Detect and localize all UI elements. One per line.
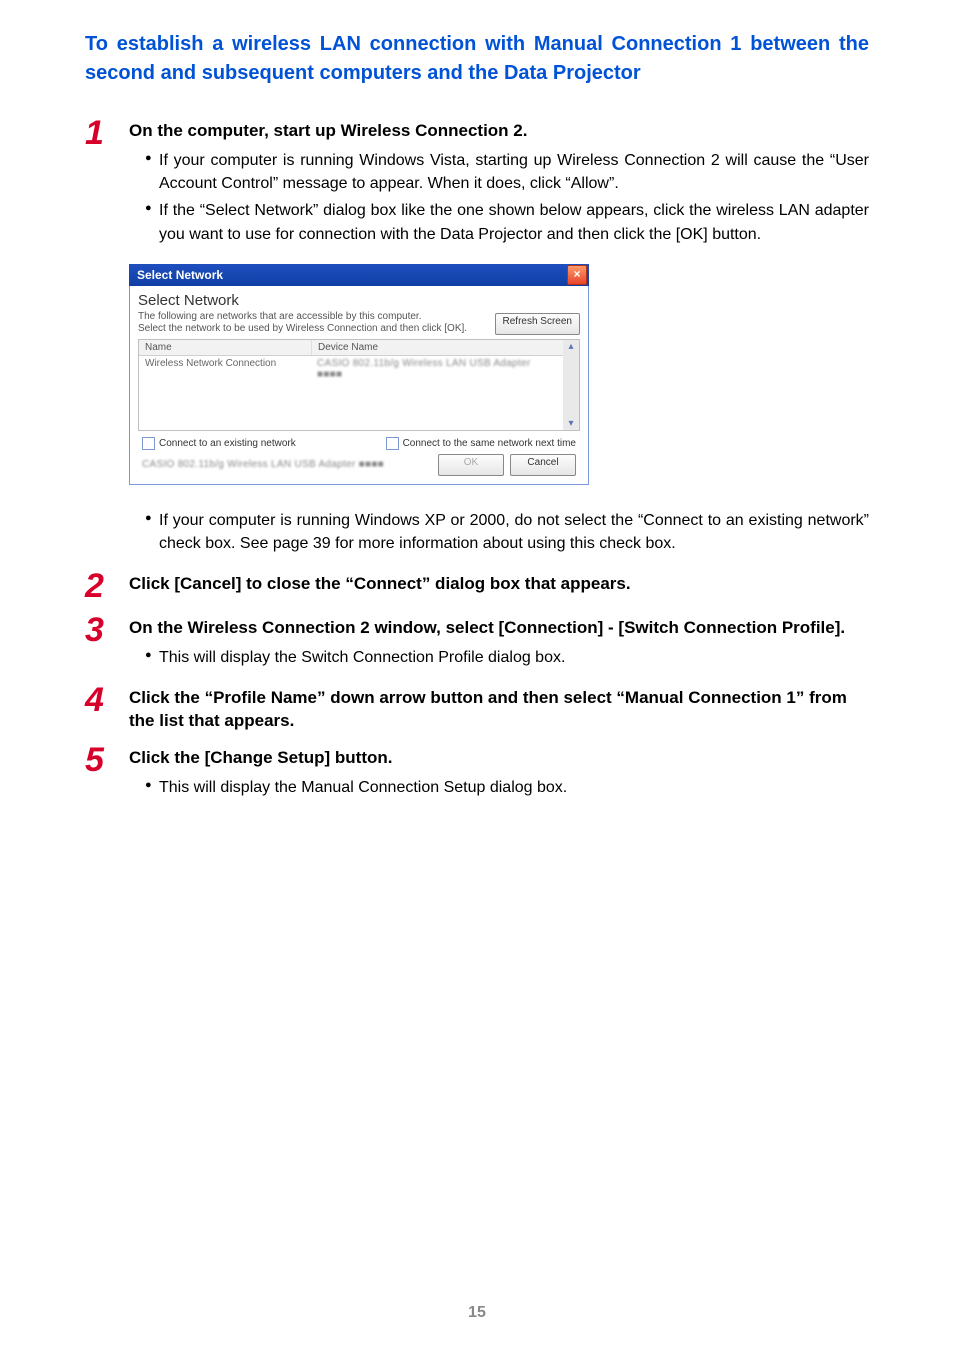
step-title: Click the [Change Setup] button. bbox=[129, 747, 869, 770]
checkbox-icon[interactable] bbox=[142, 437, 155, 450]
close-icon[interactable]: × bbox=[567, 265, 587, 285]
step-number: 4 bbox=[85, 683, 129, 717]
select-network-dialog: Select Network × Select Network The foll… bbox=[129, 264, 869, 485]
col-header-name: Name bbox=[139, 340, 312, 355]
step-4: 4 Click the “Profile Name” down arrow bu… bbox=[85, 683, 869, 733]
scroll-up-icon[interactable]: ▴ bbox=[568, 341, 573, 352]
network-list[interactable]: Name Device Name Wireless Network Connec… bbox=[138, 339, 580, 431]
step-bullet: If your computer is running Windows XP o… bbox=[145, 509, 869, 555]
dialog-title: Select Network bbox=[137, 268, 223, 282]
step-bullet: This will display the Switch Connection … bbox=[145, 646, 869, 669]
ok-button[interactable]: OK bbox=[438, 454, 504, 476]
step-bullet: If your computer is running Windows Vist… bbox=[145, 149, 869, 195]
row-name: Wireless Network Connection bbox=[139, 356, 311, 382]
step-bullet: This will display the Manual Connection … bbox=[145, 776, 869, 799]
step-number: 1 bbox=[85, 116, 129, 150]
refresh-screen-button[interactable]: Refresh Screen bbox=[495, 313, 580, 335]
step-title: On the computer, start up Wireless Conne… bbox=[129, 120, 869, 143]
network-list-row[interactable]: Wireless Network Connection CASIO 802.11… bbox=[139, 356, 563, 382]
step-title: Click [Cancel] to close the “Connect” di… bbox=[129, 573, 869, 596]
checkbox-icon[interactable] bbox=[386, 437, 399, 450]
step-5: 5 Click the [Change Setup] button. This … bbox=[85, 743, 869, 803]
dialog-bottom-text: CASIO 802.11b/g Wireless LAN USB Adapter… bbox=[142, 459, 432, 470]
step-3: 3 On the Wireless Connection 2 window, s… bbox=[85, 613, 869, 673]
page-number: 15 bbox=[0, 1304, 954, 1322]
checkbox-label: Connect to the same network next time bbox=[403, 438, 576, 449]
step-number: 2 bbox=[85, 569, 129, 603]
step-number: 3 bbox=[85, 613, 129, 647]
row-device: CASIO 802.11b/g Wireless LAN USB Adapter… bbox=[311, 356, 563, 382]
connect-existing-checkbox[interactable]: Connect to an existing network bbox=[142, 437, 296, 450]
section-heading: To establish a wireless LAN connection w… bbox=[85, 30, 869, 88]
cancel-button[interactable]: Cancel bbox=[510, 454, 576, 476]
step-number: 5 bbox=[85, 743, 129, 777]
dialog-titlebar: Select Network × bbox=[129, 264, 589, 286]
step-title: Click the “Profile Name” down arrow butt… bbox=[129, 687, 869, 733]
checkbox-label: Connect to an existing network bbox=[159, 438, 296, 449]
dialog-text-line1: The following are networks that are acce… bbox=[138, 311, 467, 323]
col-header-device: Device Name bbox=[312, 340, 563, 355]
dialog-heading: Select Network bbox=[138, 292, 580, 309]
dialog-text-line2: Select the network to be used by Wireles… bbox=[138, 323, 467, 335]
step-title: On the Wireless Connection 2 window, sel… bbox=[129, 617, 869, 640]
connect-same-next-time-checkbox[interactable]: Connect to the same network next time bbox=[386, 437, 576, 450]
step-1: 1 On the computer, start up Wireless Con… bbox=[85, 116, 869, 250]
step-2: 2 Click [Cancel] to close the “Connect” … bbox=[85, 569, 869, 603]
step-bullet: If the “Select Network” dialog box like … bbox=[145, 199, 869, 245]
scroll-down-icon[interactable]: ▾ bbox=[568, 418, 573, 429]
step-1-continued: If your computer is running Windows XP o… bbox=[85, 499, 869, 559]
